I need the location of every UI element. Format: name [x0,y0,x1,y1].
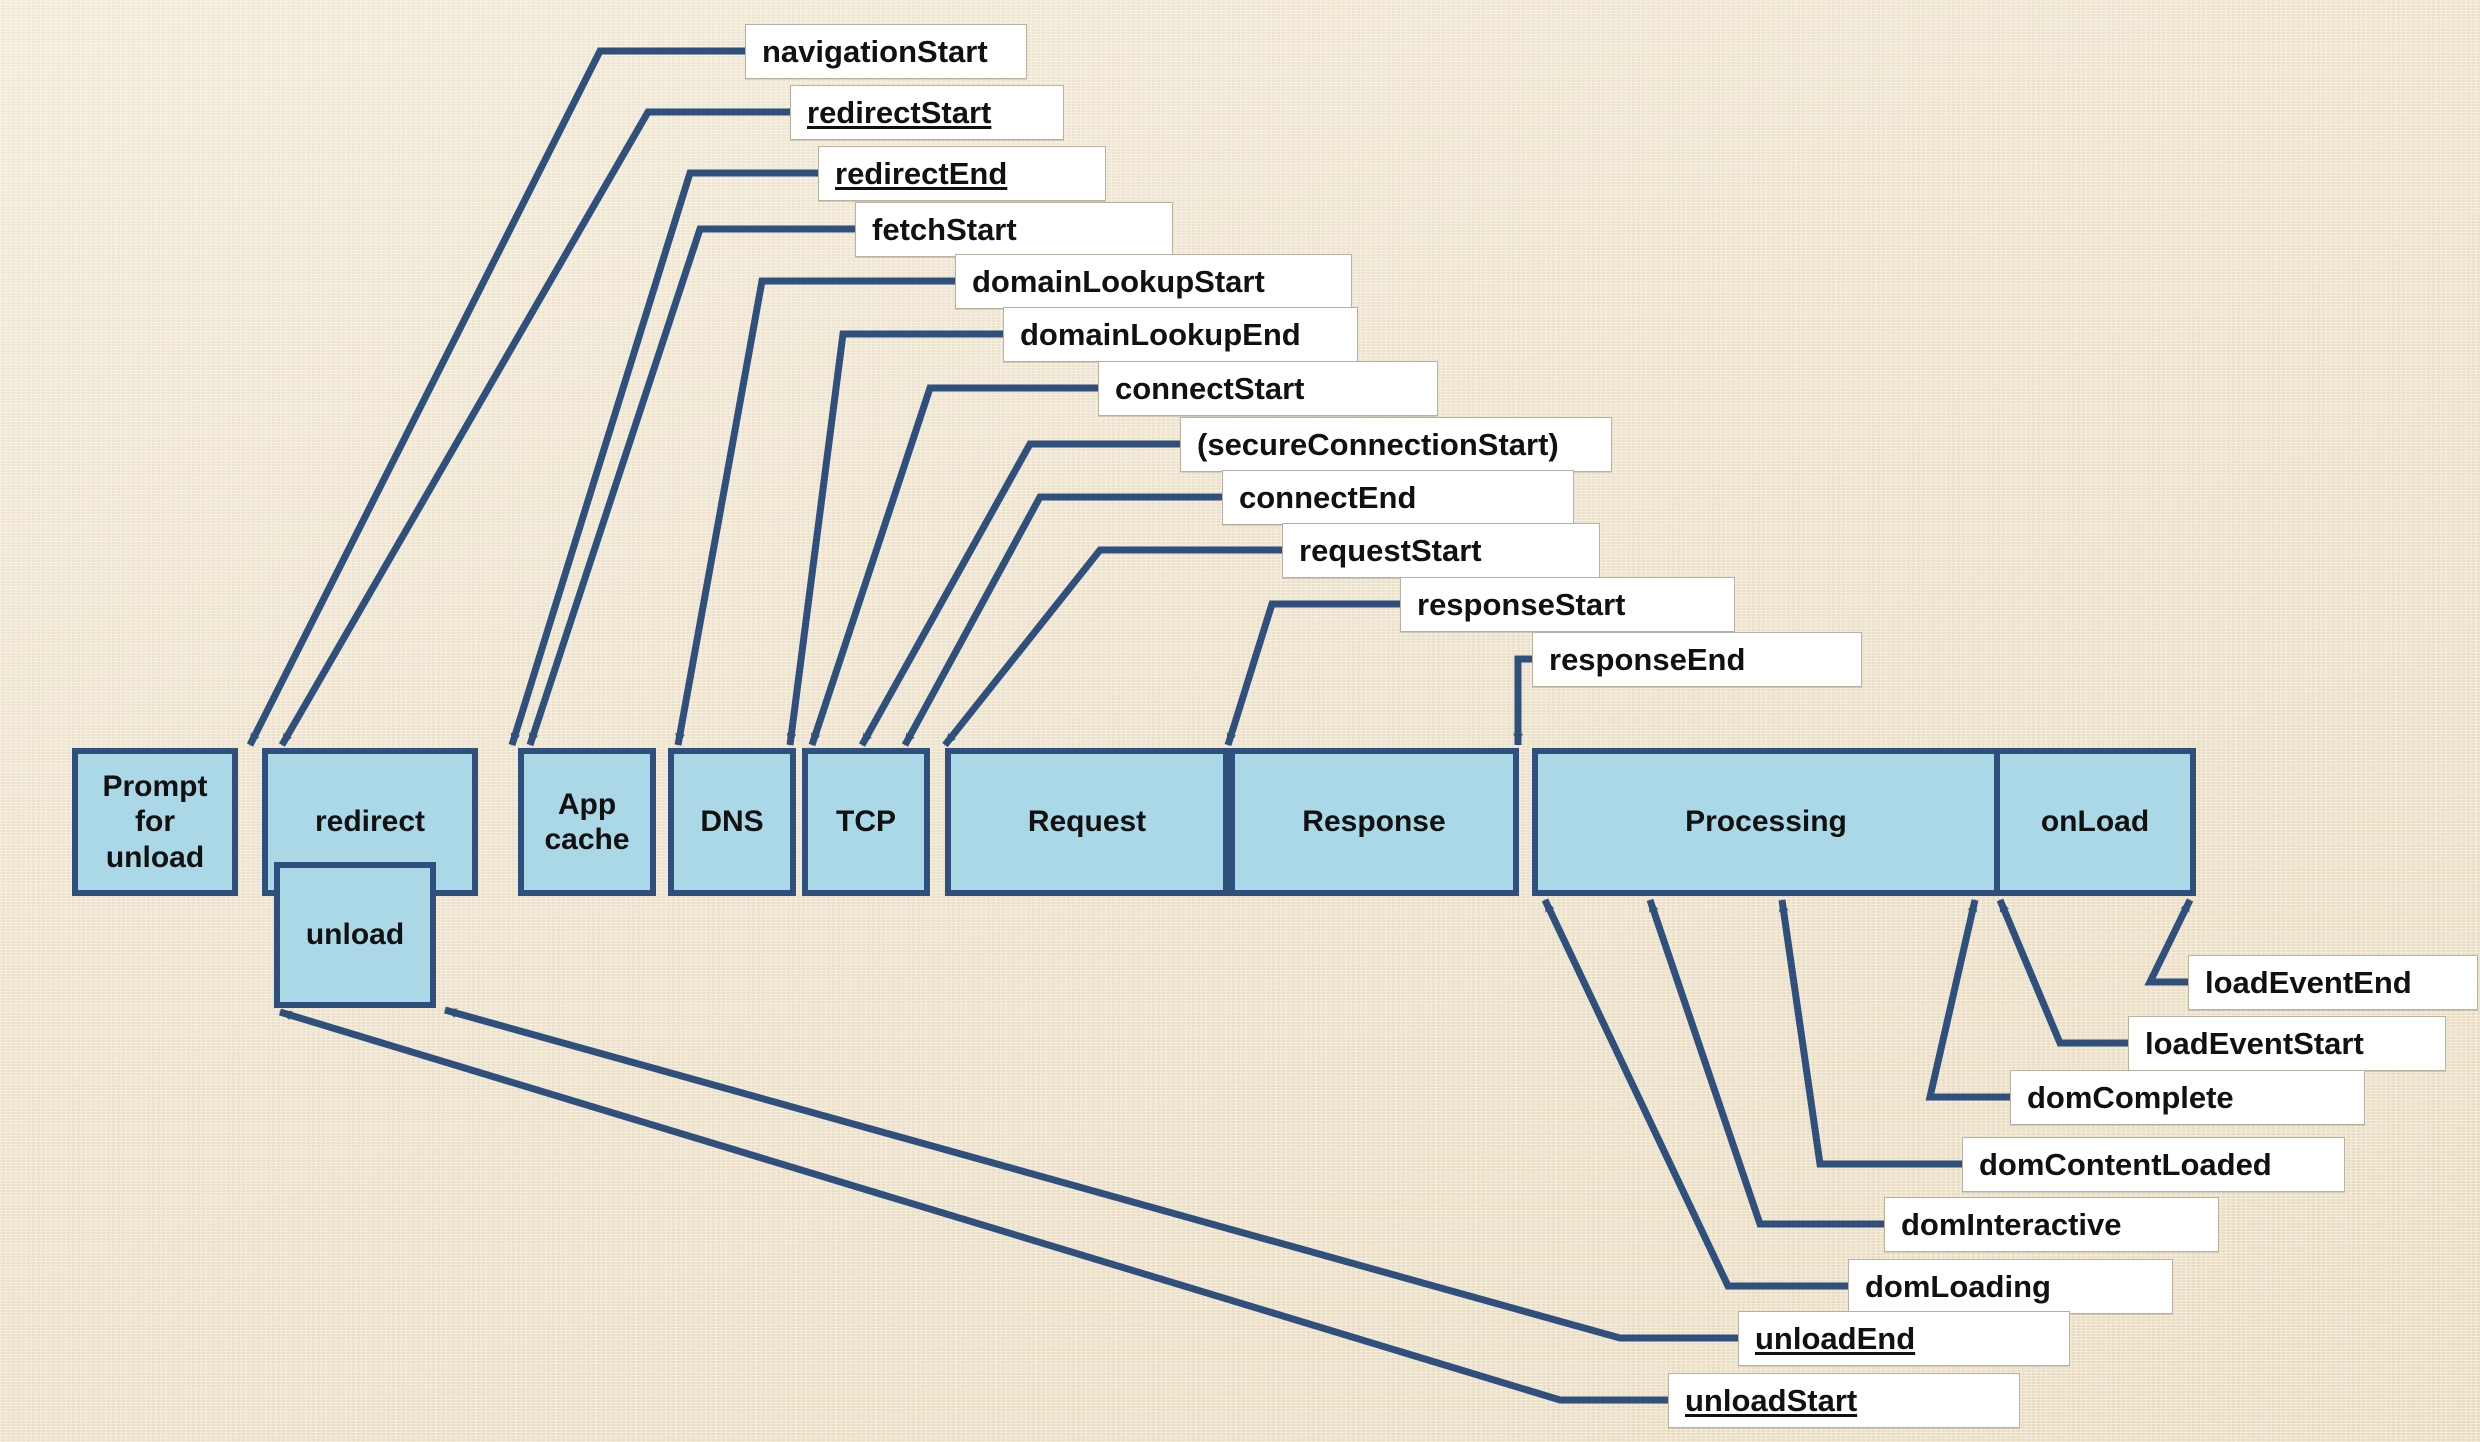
phase-label-response: Response [1302,805,1446,839]
label-text-domLoading: domLoading [1865,1268,2051,1304]
label-text-requestStart: requestStart [1299,532,1482,568]
label-fetchStart[interactable]: fetchStart [855,202,1173,257]
label-text-domComplete: domComplete [2027,1079,2234,1115]
label-text-loadEventStart: loadEventStart [2145,1025,2364,1061]
label-domComplete[interactable]: domComplete [2010,1070,2365,1125]
phase-block-request[interactable]: Request [945,748,1229,896]
label-responseStart[interactable]: responseStart [1400,577,1735,632]
label-text-redirectEnd: redirectEnd [835,155,1008,191]
label-text-connectEnd: connectEnd [1239,479,1417,515]
label-connectStart[interactable]: connectStart [1098,361,1438,416]
label-text-navigationStart: navigationStart [762,33,988,69]
label-domContentLoaded[interactable]: domContentLoaded [1962,1137,2345,1192]
label-loadEventEnd[interactable]: loadEventEnd [2188,955,2478,1010]
label-navigationStart[interactable]: navigationStart [745,24,1027,79]
phase-label-unload: unload [305,918,405,951]
label-connectEnd[interactable]: connectEnd [1222,470,1574,525]
label-requestStart[interactable]: requestStart [1282,523,1600,578]
phase-block-response[interactable]: Response [1229,748,1519,896]
label-redirectStart[interactable]: redirectStart [790,85,1064,140]
phase-label-onload: onLoad [2040,805,2150,839]
label-loadEventStart[interactable]: loadEventStart [2128,1016,2446,1071]
label-text-domContentLoaded: domContentLoaded [1979,1146,2272,1182]
phase-block-processing[interactable]: Processing [1532,748,2000,896]
phase-label-tcp: TCP [836,805,896,839]
phase-block-dns[interactable]: DNS [668,748,796,896]
label-text-loadEventEnd: loadEventEnd [2205,964,2412,1000]
phase-label-processing: Processing [1685,805,1847,839]
label-unloadEnd[interactable]: unloadEnd [1738,1311,2070,1366]
phase-label-redirect: redirect [314,805,426,839]
label-text-fetchStart: fetchStart [872,211,1017,247]
label-text-secureConnectionStart: (secureConnectionStart) [1197,426,1559,462]
label-text-domInteractive: domInteractive [1901,1206,2122,1242]
label-text-domainLookupEnd: domainLookupEnd [1020,316,1301,352]
label-text-unloadEnd: unloadEnd [1755,1320,1916,1356]
label-text-unloadStart: unloadStart [1685,1382,1858,1418]
phase-block-onload[interactable]: onLoad [1994,748,2196,896]
label-secureConnectionStart[interactable]: (secureConnectionStart) [1180,417,1612,472]
phase-block-unload[interactable]: unload [274,862,436,1008]
label-text-responseStart: responseStart [1417,586,1626,622]
label-responseEnd[interactable]: responseEnd [1532,632,1862,687]
label-domainLookupStart[interactable]: domainLookupStart [955,254,1352,309]
label-text-responseEnd: responseEnd [1549,641,1746,677]
label-text-redirectStart: redirectStart [807,94,992,130]
label-text-connectStart: connectStart [1115,370,1305,406]
phase-block-app-cache[interactable]: App cache [518,748,656,896]
phase-label-dns: DNS [700,805,764,839]
phase-label-request: Request [1027,805,1147,839]
label-unloadStart[interactable]: unloadStart [1668,1373,2020,1428]
label-domainLookupEnd[interactable]: domainLookupEnd [1003,307,1358,362]
label-domInteractive[interactable]: domInteractive [1884,1197,2219,1252]
phase-block-tcp[interactable]: TCP [802,748,930,896]
phase-block-prompt-for-unload[interactable]: Prompt for unload [72,748,238,896]
label-redirectEnd[interactable]: redirectEnd [818,146,1106,201]
label-domLoading[interactable]: domLoading [1848,1259,2173,1314]
phase-label-prompt-for-unload: Prompt for unload [102,769,208,874]
phase-label-app-cache: App cache [544,787,630,856]
label-text-domainLookupStart: domainLookupStart [972,263,1265,299]
diagram-stage: Prompt for unload redirect unload App ca… [0,0,2480,1442]
